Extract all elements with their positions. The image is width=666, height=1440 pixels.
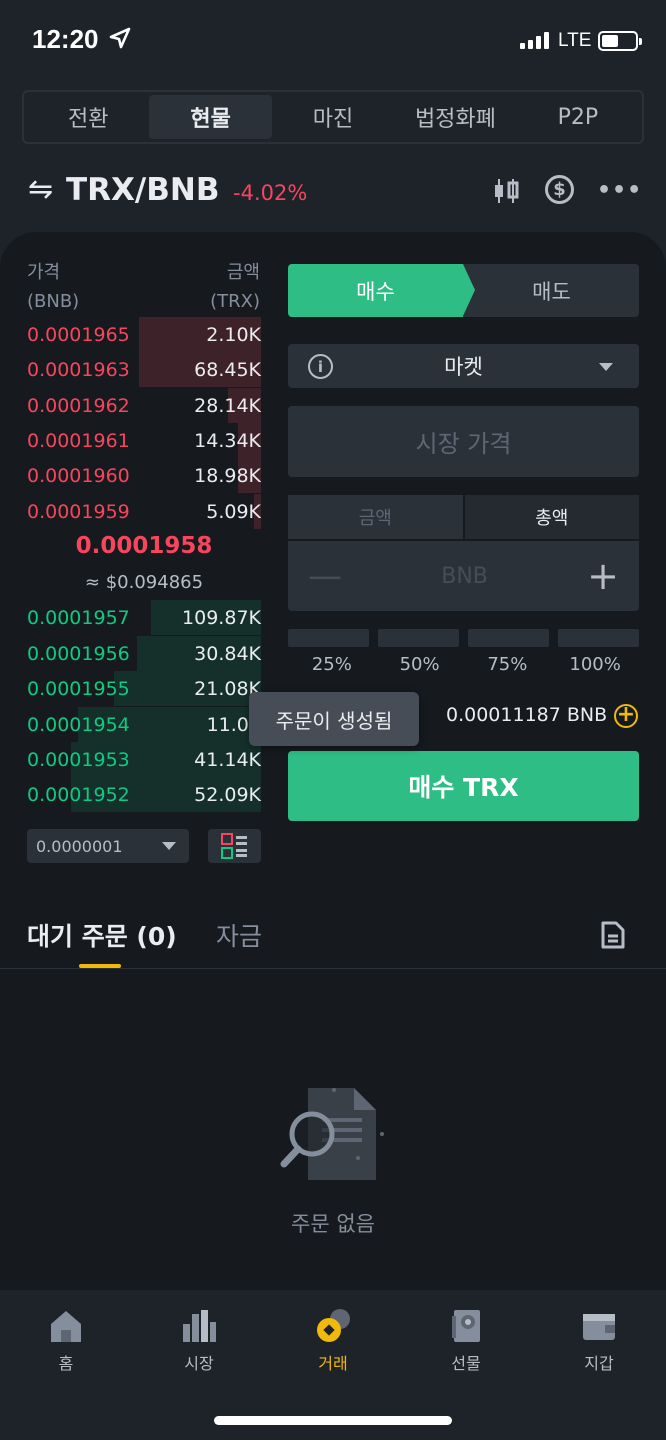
tab-amount[interactable]: 금액: [288, 495, 463, 539]
order-type-label: 마켓: [444, 355, 483, 379]
order-type-select[interactable]: 마켓 i: [288, 344, 639, 388]
buy-sell-toggle: 매수 매도: [288, 264, 639, 317]
no-orders-search-icon: [280, 1088, 384, 1180]
pair-change: -4.02%: [233, 181, 308, 205]
tab-funds[interactable]: 자금: [216, 917, 262, 953]
percentage-slider[interactable]: [288, 629, 639, 647]
mode-tabs: 전환 현물 마진 법정화폐 P2P: [22, 90, 644, 144]
percentage-segment[interactable]: [378, 629, 459, 647]
more-icon[interactable]: •••: [597, 178, 642, 203]
percentage-label[interactable]: 25%: [288, 654, 376, 675]
bid-row[interactable]: 0.0001954 11.09: [27, 707, 261, 742]
nav-trade[interactable]: 거래: [293, 1308, 373, 1374]
orderbook-amount-header: 금액 (TRX): [210, 262, 260, 312]
location-arrow-icon: [109, 27, 131, 49]
empty-orders-label: 주문 없음: [291, 1212, 375, 1236]
chevron-down-icon: [162, 842, 176, 850]
orderbook-layout-icon[interactable]: [208, 829, 261, 863]
bid-row[interactable]: 0.0001955 21.08K: [27, 671, 261, 706]
total-input[interactable]: — BNB +: [288, 541, 639, 611]
ask-row[interactable]: 0.0001960 18.98K: [27, 458, 261, 493]
dollar-icon[interactable]: $: [545, 175, 574, 204]
nav-wallet[interactable]: 지갑: [559, 1308, 639, 1374]
percentage-label[interactable]: 50%: [376, 654, 464, 675]
tick-size-select[interactable]: 0.0000001: [27, 829, 189, 863]
tab-convert[interactable]: 전환: [27, 95, 149, 139]
home-icon: [51, 1311, 81, 1342]
candlestick-chart-icon[interactable]: [492, 176, 522, 206]
tab-total[interactable]: 총액: [464, 495, 639, 539]
bid-row[interactable]: 0.0001957 109.87K: [27, 600, 261, 635]
last-price[interactable]: 0.0001958: [27, 533, 261, 559]
market-price-field: 시장 가격: [288, 406, 639, 477]
buy-tab[interactable]: 매수: [288, 264, 475, 317]
info-icon[interactable]: i: [308, 354, 333, 379]
nav-home[interactable]: 홈: [26, 1308, 106, 1374]
pair-switch-icon[interactable]: ⇋: [28, 172, 53, 207]
nav-markets[interactable]: 시장: [159, 1308, 239, 1374]
network-label: LTE: [558, 30, 592, 51]
ask-row[interactable]: 0.0001961 14.34K: [27, 423, 261, 458]
last-price-usd: ≈ $0.094865: [84, 572, 204, 593]
ask-row[interactable]: 0.0001959 5.09K: [27, 494, 261, 529]
signal-icon: [520, 32, 549, 49]
amount-mode-switch: 금액 총액: [288, 495, 639, 539]
tab-margin[interactable]: 마진: [272, 95, 394, 139]
percentage-labels: 25% 50% 75% 100%: [288, 654, 639, 675]
pair-name[interactable]: TRX/BNB: [66, 172, 219, 208]
chevron-down-icon: [599, 363, 613, 371]
sell-tab[interactable]: 매도: [464, 264, 639, 317]
percentage-segment[interactable]: [468, 629, 549, 647]
markets-icon: [183, 1310, 216, 1342]
status-time: 12:20: [32, 24, 99, 54]
ask-row[interactable]: 0.0001962 28.14K: [27, 388, 261, 423]
percentage-label[interactable]: 75%: [464, 654, 552, 675]
order-history-icon[interactable]: [601, 921, 625, 949]
ask-row[interactable]: 0.0001965 2.10K: [27, 317, 261, 352]
percentage-segment[interactable]: [288, 629, 369, 647]
bid-row[interactable]: 0.0001952 52.09K: [27, 777, 261, 812]
home-indicator[interactable]: [214, 1416, 452, 1425]
tab-spot[interactable]: 현물: [149, 95, 272, 139]
total-unit: BNB: [441, 563, 488, 589]
wallet-icon: [583, 1314, 615, 1340]
add-funds-icon[interactable]: +: [614, 704, 638, 728]
percentage-label[interactable]: 100%: [551, 654, 639, 675]
nav-futures[interactable]: 선물: [426, 1308, 506, 1374]
divider: [0, 968, 666, 969]
bid-row[interactable]: 0.0001953 41.14K: [27, 742, 261, 777]
tick-size-value: 0.0000001: [36, 836, 123, 856]
increase-button[interactable]: +: [587, 554, 619, 598]
tab-fiat[interactable]: 법정화폐: [394, 95, 516, 139]
percentage-segment[interactable]: [558, 629, 639, 647]
trade-icon: [317, 1309, 350, 1342]
tab-open-orders[interactable]: 대기 주문 (0): [27, 917, 177, 953]
orderbook-price-header: 가격 (BNB): [27, 262, 80, 312]
available-balance: 0.00011187 BNB: [446, 704, 608, 726]
order-created-toast: 주문이 생성됨: [249, 692, 419, 746]
buy-trx-button[interactable]: 매수 TRX: [288, 751, 639, 821]
bid-row[interactable]: 0.0001956 30.84K: [27, 636, 261, 671]
battery-icon: [598, 31, 642, 51]
futures-icon: [452, 1310, 480, 1342]
tab-p2p[interactable]: P2P: [517, 95, 639, 139]
decrease-button[interactable]: —: [308, 556, 342, 596]
ask-row[interactable]: 0.0001963 68.45K: [27, 352, 261, 387]
